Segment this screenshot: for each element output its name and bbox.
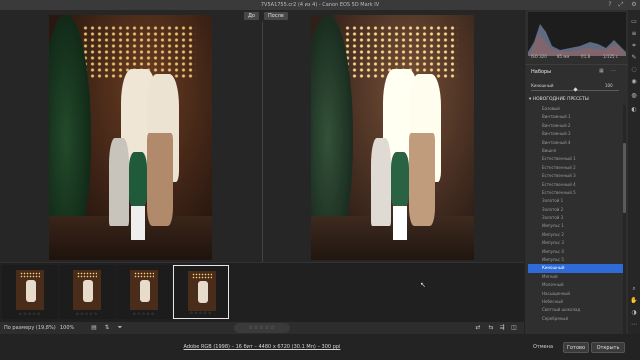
help-icon[interactable]: ? [606, 1, 614, 9]
thumbnail-rating[interactable]: ☆☆☆☆☆ [59, 311, 115, 316]
filmstrip-thumbnail[interactable]: ☆☆☆☆☆ [116, 265, 172, 319]
bottom-toolbar: По размеру (19,8%) 100% ▤ ⇅ ⏷ ☆☆☆☆☆ ⇄ ⇆ … [0, 322, 524, 334]
preset-scrollbar[interactable] [623, 105, 626, 334]
crop-icon[interactable]: ⌗ [630, 42, 638, 50]
presets-title: Наборы [531, 69, 552, 75]
brush-icon[interactable]: ✎ [630, 54, 638, 62]
before-tab[interactable]: До [244, 12, 259, 20]
aperture: f/1.8 [581, 54, 591, 59]
thumbnail-rating[interactable]: ☆☆☆☆☆ [116, 311, 172, 316]
image-preview-area: До После [0, 10, 524, 262]
preset-item[interactable]: Золотой 3 [528, 214, 624, 222]
preset-item-selected[interactable]: Киношный [528, 264, 624, 273]
preset-item[interactable]: Вишня [528, 147, 624, 155]
preset-group-header[interactable]: ▾ НОВОГОДНИЕ ПРЕСЕТЫ [529, 97, 589, 102]
panel-divider [525, 64, 629, 65]
grid-view-icon[interactable]: ▦ [599, 68, 604, 74]
after-photo [311, 15, 474, 260]
sort-icon[interactable]: ⇅ [103, 324, 111, 332]
shutter-speed: 1/125 с [603, 54, 618, 59]
histogram-icon[interactable]: ▭ [630, 18, 638, 26]
tool-strip: ▭ ≡ ⌗ ✎ ◌ ◉ ◎ ◐ ⌕ ✋ ◑ ⋯ [628, 10, 640, 334]
preset-item[interactable]: Естественный 5 [528, 189, 624, 197]
before-after-icon[interactable]: ◫ [510, 324, 518, 332]
zoom-icon[interactable]: ⌕ [630, 285, 638, 293]
preset-item[interactable]: Молочный [528, 281, 624, 289]
title-bar: 7V5A1755.cr2 (4 из 4) - Canon EOS 5D Mar… [0, 0, 640, 10]
amount-value[interactable]: 100 [605, 83, 613, 88]
presets-icon[interactable]: ◎ [630, 92, 638, 100]
open-button[interactable]: Открыть [591, 342, 625, 353]
edit-icon[interactable]: ≡ [630, 30, 638, 38]
preset-item[interactable]: Золотой 1 [528, 197, 624, 205]
preset-item[interactable]: Естественный 4 [528, 181, 624, 189]
preset-item[interactable]: Насыщенный [528, 290, 624, 298]
done-button[interactable]: Готово [563, 342, 589, 353]
preset-item[interactable]: Естественный 1 [528, 155, 624, 163]
toggle-icon[interactable]: ◑ [630, 309, 638, 317]
snapshot-icon[interactable]: ◐ [630, 106, 638, 114]
preset-item[interactable]: Винтажный 3 [528, 130, 624, 138]
camera-info: ISO 320 85 мм f/1.8 1/125 с [529, 54, 625, 60]
iso-value: ISO 320 [531, 54, 547, 59]
cancel-button[interactable]: Отмена [529, 342, 557, 353]
preset-item[interactable]: Небесный [528, 298, 624, 306]
preset-item[interactable]: Винтажный 4 [528, 139, 624, 147]
preset-item[interactable]: Мягкий [528, 273, 624, 281]
preset-item[interactable]: Винтажный 2 [528, 122, 624, 130]
preset-item[interactable]: Импульс 1 [528, 222, 624, 230]
filter-icon[interactable]: ⏷ [116, 324, 124, 332]
before-after-divider [262, 22, 263, 262]
filmstrip-thumbnail[interactable]: ☆☆☆☆☆ [2, 265, 58, 319]
preset-item[interactable]: Базовый [528, 105, 624, 113]
zoom-fit-select[interactable]: По размеру (19,8%) [4, 325, 56, 331]
preset-item[interactable]: Импульс 2 [528, 231, 624, 239]
before-photo [49, 15, 212, 260]
histogram [528, 12, 626, 56]
preset-item[interactable]: Естественный 2 [528, 164, 624, 172]
thumbnail-rating[interactable]: ☆☆☆☆☆ [2, 311, 58, 316]
rating-stars[interactable]: ☆☆☆☆☆ [234, 323, 290, 333]
preset-item[interactable]: Светлый шоколад [528, 306, 624, 314]
mouse-cursor: ↖ [420, 281, 426, 289]
zoom-percent-select[interactable]: 100% [60, 325, 74, 331]
preset-group-label: НОВОГОДНИЕ ПРЕСЕТЫ [532, 97, 589, 102]
workflow-options-link[interactable]: Adobe RGB (1998) – 16 бит – 4480 x 6720 … [0, 344, 524, 350]
fullscreen-icon[interactable]: ⤢ [617, 1, 625, 9]
preset-list: Базовый Винтажный 1 Винтажный 2 Винтажный 3… [528, 105, 624, 334]
compare-icon[interactable]: ⇄ [474, 324, 482, 332]
filmstrip-thumbnail[interactable]: ☆☆☆☆☆ [59, 265, 115, 319]
preset-item[interactable]: Импульс 5 [528, 256, 624, 264]
filmstrip-thumbnail-selected[interactable]: ☆☆☆☆☆ [173, 265, 229, 319]
panel-menu-icon[interactable]: ⋯ [611, 68, 616, 74]
preset-item[interactable]: Естественный 3 [528, 172, 624, 180]
preset-item[interactable]: Серебряный [528, 315, 624, 323]
preset-item[interactable]: Импульс 4 [528, 248, 624, 256]
mask-icon[interactable]: ◌ [630, 66, 638, 74]
presets-panel: ISO 320 85 мм f/1.8 1/125 с Наборы ▦ ⋯ К… [524, 10, 629, 334]
status-bar: Adobe RGB (1998) – 16 бит – 4480 x 6720 … [0, 334, 640, 360]
filmstrip: ☆☆☆☆☆ ☆☆☆☆☆ ☆☆☆☆☆ ☆☆☆☆☆ [0, 262, 524, 322]
thumbnail-rating[interactable]: ☆☆☆☆☆ [174, 310, 228, 315]
scrollbar-thumb[interactable] [623, 143, 626, 213]
redeye-icon[interactable]: ◉ [630, 78, 638, 86]
after-tab[interactable]: После [264, 12, 288, 20]
hand-icon[interactable]: ✋ [630, 297, 638, 305]
preset-item[interactable]: Импульс 3 [528, 239, 624, 247]
copy-settings-icon[interactable]: ⇶ [498, 324, 506, 332]
settings-icon[interactable]: ⚙ [630, 1, 638, 9]
focal-length: 85 мм [557, 54, 570, 59]
amount-label: Киношный [531, 83, 554, 88]
more-icon[interactable]: ⋯ [630, 321, 638, 329]
swap-icon[interactable]: ⇆ [487, 324, 495, 332]
filmstrip-icon[interactable]: ▤ [90, 324, 98, 332]
preset-item[interactable]: Винтажный 1 [528, 113, 624, 121]
preset-item[interactable]: Золотой 2 [528, 206, 624, 214]
window-title: 7V5A1755.cr2 (4 из 4) - Canon EOS 5D Mar… [260, 2, 380, 8]
